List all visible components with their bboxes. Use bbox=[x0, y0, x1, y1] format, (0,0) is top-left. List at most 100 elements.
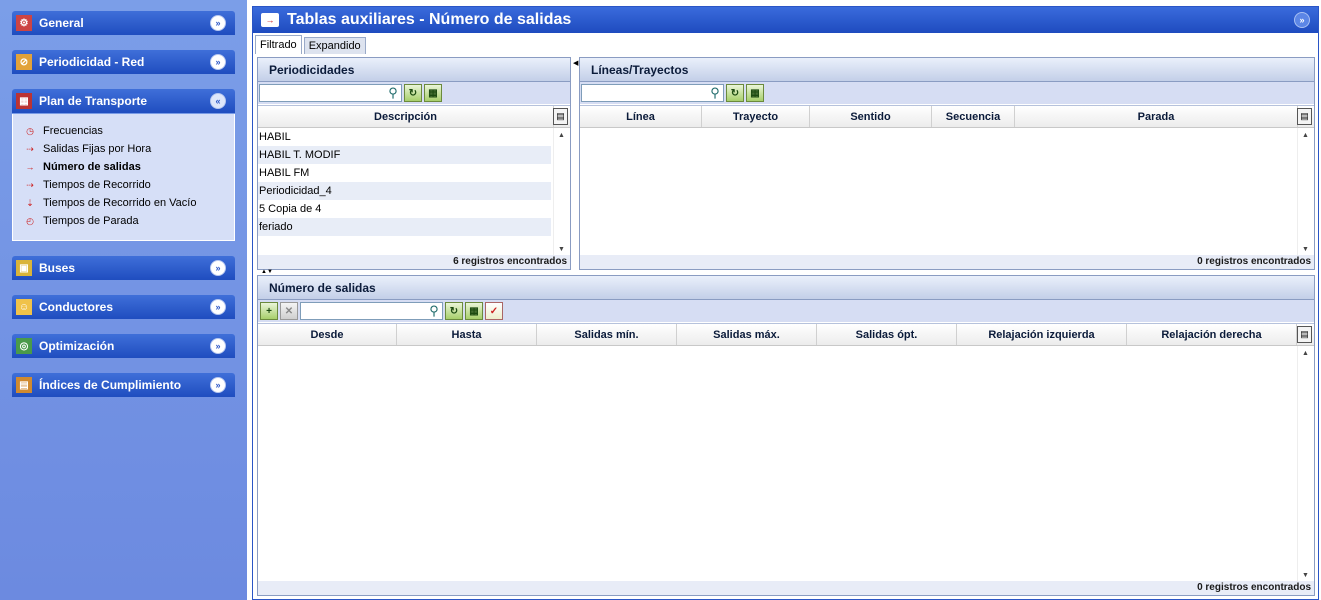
export-button[interactable]: ▦ bbox=[465, 302, 483, 320]
column-header[interactable]: Salidas ópt. bbox=[817, 324, 957, 345]
column-header[interactable]: Secuencia bbox=[932, 106, 1015, 127]
splitter-vertical[interactable]: ◀ bbox=[573, 59, 578, 67]
table-row[interactable]: HABIL FM bbox=[258, 164, 551, 182]
chevron-down-icon[interactable]: » bbox=[210, 15, 226, 31]
export-button[interactable]: ▦ bbox=[424, 84, 442, 102]
bus-departure-icon: → bbox=[25, 162, 35, 172]
group-label: Índices de Cumplimiento bbox=[39, 378, 182, 392]
route-empty-icon: ⇣ bbox=[26, 198, 34, 208]
chevron-up-icon[interactable]: « bbox=[210, 93, 226, 109]
transport-plan-icon: ▦ bbox=[16, 93, 32, 109]
refresh-button[interactable]: ↻ bbox=[404, 84, 422, 102]
column-header[interactable]: Relajación izquierda bbox=[957, 324, 1127, 345]
group-general[interactable]: ⚙ General » bbox=[12, 11, 235, 35]
group-label: Optimización bbox=[39, 339, 115, 353]
chevron-down-icon[interactable]: » bbox=[210, 260, 226, 276]
optimization-icon: ◎ bbox=[16, 338, 32, 354]
sidebar-item-tiempos-recorrido-vacio[interactable]: ⇣ Tiempos de Recorrido en Vacío bbox=[13, 194, 234, 212]
sidebar-item-label: Salidas Fijas por Hora bbox=[43, 143, 152, 155]
sidebar-item-label: Número de salidas bbox=[43, 161, 141, 173]
periodicidades-panel: Periodicidades ⚲ ↻ ▦ Descripción ▤ HABIL… bbox=[257, 57, 571, 270]
scroll-up-icon[interactable]: ▲ bbox=[1302, 350, 1309, 357]
tab-expandido[interactable]: Expandido bbox=[303, 37, 366, 54]
group-plan-de-transporte[interactable]: ▦ Plan de Transporte « bbox=[12, 89, 235, 113]
scroll-down-icon[interactable]: ▼ bbox=[1302, 572, 1309, 579]
sidebar-item-salidas-fijas[interactable]: ⇢ Salidas Fijas por Hora bbox=[13, 140, 234, 158]
periodicidades-grid: Descripción ▤ HABIL HABIL T. MODIF HABIL… bbox=[258, 105, 570, 255]
chevron-down-icon[interactable]: » bbox=[210, 377, 226, 393]
sidebar-item-tiempos-parada[interactable]: ◴ Tiempos de Parada bbox=[13, 212, 234, 230]
grid-header: Desde Hasta Salidas mín. Salidas máx. Sa… bbox=[258, 324, 1314, 346]
table-row[interactable]: Periodicidad_4 bbox=[258, 182, 551, 200]
sidebar: ⚙ General » ⊘ Periodicidad - Red » ▦ Pla… bbox=[0, 0, 247, 600]
column-chooser-icon[interactable]: ▤ bbox=[553, 108, 568, 125]
column-chooser-icon[interactable]: ▤ bbox=[1297, 108, 1312, 125]
scroll-up-icon[interactable]: ▲ bbox=[1302, 132, 1309, 139]
vertical-scrollbar[interactable]: ▲ ▼ bbox=[1297, 346, 1314, 581]
column-header[interactable]: Descripción bbox=[258, 106, 554, 127]
search-icon[interactable]: ⚲ bbox=[384, 84, 402, 102]
general-icon: ⚙ bbox=[16, 15, 32, 31]
search-icon[interactable]: ⚲ bbox=[425, 302, 443, 320]
column-header[interactable]: Parada bbox=[1015, 106, 1298, 127]
plan-de-transporte-items: ◷ Frecuencias ⇢ Salidas Fijas por Hora → Nú… bbox=[12, 114, 235, 241]
table-row[interactable]: 5 Copia de 4 bbox=[258, 200, 551, 218]
group-label: Periodicidad - Red bbox=[39, 55, 145, 69]
search-input[interactable] bbox=[300, 302, 443, 320]
add-button[interactable]: + bbox=[260, 302, 278, 320]
sidebar-item-label: Frecuencias bbox=[43, 125, 103, 137]
search-icon[interactable]: ⚲ bbox=[706, 84, 724, 102]
search-input[interactable] bbox=[259, 84, 402, 102]
periodicity-icon: ⊘ bbox=[16, 54, 32, 70]
column-header[interactable]: Desde bbox=[258, 324, 397, 345]
record-count: 0 registros encontrados bbox=[580, 255, 1314, 269]
column-header[interactable]: Línea bbox=[580, 106, 702, 127]
column-header[interactable]: Trayecto bbox=[702, 106, 810, 127]
chevron-down-icon[interactable]: » bbox=[1294, 12, 1310, 28]
grid-rows: HABIL HABIL T. MODIF HABIL FM Periodicid… bbox=[258, 128, 551, 236]
group-conductores[interactable]: ☺ Conductores » bbox=[12, 295, 235, 319]
column-header[interactable]: Salidas mín. bbox=[537, 324, 677, 345]
group-label: Plan de Transporte bbox=[39, 94, 148, 108]
sidebar-item-label: Tiempos de Recorrido bbox=[43, 179, 151, 191]
chevron-down-icon[interactable]: » bbox=[210, 54, 226, 70]
group-indices-cumplimiento[interactable]: ▤ Índices de Cumplimiento » bbox=[12, 373, 235, 397]
search-input[interactable] bbox=[581, 84, 724, 102]
sidebar-item-label: Tiempos de Parada bbox=[43, 215, 139, 227]
column-header[interactable]: Hasta bbox=[397, 324, 537, 345]
table-row[interactable]: feriado bbox=[258, 218, 551, 236]
chevron-down-icon[interactable]: » bbox=[210, 299, 226, 315]
scroll-up-icon[interactable]: ▲ bbox=[558, 132, 565, 139]
window-title: Tablas auxiliares - Número de salidas bbox=[287, 11, 572, 28]
tab-bar: Filtrado Expandido bbox=[255, 35, 368, 54]
scroll-down-icon[interactable]: ▼ bbox=[558, 246, 565, 253]
validate-button[interactable]: ✓ bbox=[485, 302, 503, 320]
bus-route-icon: ⇢ bbox=[26, 180, 34, 190]
column-chooser-icon[interactable]: ▤ bbox=[1297, 326, 1312, 343]
vertical-scrollbar[interactable]: ▲ ▼ bbox=[553, 128, 570, 255]
tab-filtrado[interactable]: Filtrado bbox=[255, 35, 302, 54]
sidebar-item-tiempos-recorrido[interactable]: ⇢ Tiempos de Recorrido bbox=[13, 176, 234, 194]
chevron-down-icon[interactable]: » bbox=[210, 338, 226, 354]
vertical-scrollbar[interactable]: ▲ ▼ bbox=[1297, 128, 1314, 255]
column-header[interactable]: Salidas máx. bbox=[677, 324, 817, 345]
refresh-button[interactable]: ↻ bbox=[726, 84, 744, 102]
export-button[interactable]: ▦ bbox=[746, 84, 764, 102]
table-row[interactable]: HABIL bbox=[258, 128, 551, 146]
sidebar-item-frecuencias[interactable]: ◷ Frecuencias bbox=[13, 122, 234, 140]
grid-header: Descripción bbox=[258, 106, 570, 128]
group-periodicidad-red[interactable]: ⊘ Periodicidad - Red » bbox=[12, 50, 235, 74]
panel-title: Periodicidades bbox=[258, 58, 570, 82]
group-buses[interactable]: ▣ Buses » bbox=[12, 256, 235, 280]
table-row[interactable]: HABIL T. MODIF bbox=[258, 146, 551, 164]
stop-clock-icon: ◴ bbox=[26, 216, 34, 226]
refresh-button[interactable]: ↻ bbox=[445, 302, 463, 320]
group-optimizacion[interactable]: ◎ Optimización » bbox=[12, 334, 235, 358]
scroll-down-icon[interactable]: ▼ bbox=[1302, 246, 1309, 253]
column-header[interactable]: Sentido bbox=[810, 106, 932, 127]
column-header[interactable]: Relajación derecha bbox=[1127, 324, 1297, 345]
compliance-icon: ▤ bbox=[16, 377, 32, 393]
bus-icon: ▣ bbox=[16, 260, 32, 276]
sidebar-item-numero-salidas[interactable]: → Número de salidas bbox=[13, 158, 234, 176]
delete-button[interactable]: ✕ bbox=[280, 302, 298, 320]
